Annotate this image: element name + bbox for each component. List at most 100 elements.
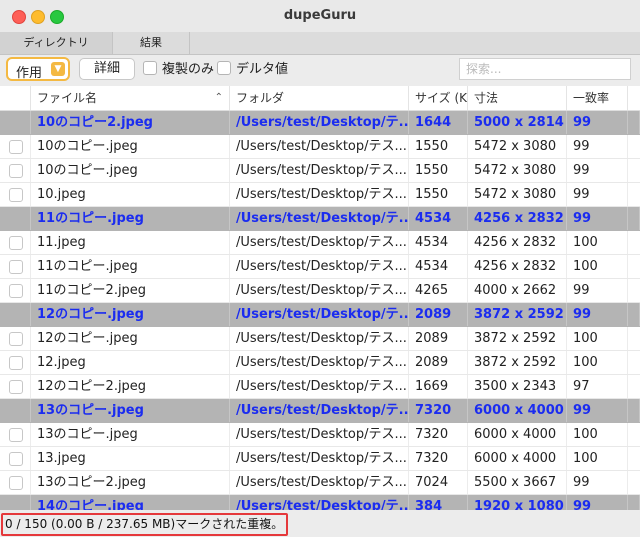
mark-checkbox[interactable] — [9, 476, 23, 490]
mark-cell — [0, 183, 31, 206]
reference-row[interactable]: 10のコピー2.jpeg/Users/test/Desktop/テ... 1644… — [0, 111, 640, 135]
size-cell: 1644 — [409, 111, 468, 134]
table-row[interactable]: 10.jpeg/Users/test/Desktop/テス... 1550 5472… — [0, 183, 640, 207]
header-filename[interactable]: ファイル名 ⌃ — [31, 86, 230, 110]
table-row[interactable]: 12のコピー.jpeg/Users/test/Desktop/テス... 2089… — [0, 327, 640, 351]
table-row[interactable]: 12.jpeg/Users/test/Desktop/テス... 2089 3872… — [0, 351, 640, 375]
mark-checkbox[interactable] — [9, 188, 23, 202]
tab-bar: ディレクトリ 結果 — [0, 32, 640, 55]
match-cell: 99 — [567, 279, 628, 302]
sort-ascending-icon: ⌃ — [214, 92, 223, 103]
table-row[interactable]: 11のコピー2.jpeg/Users/test/Desktop/テス... 426… — [0, 279, 640, 303]
mark-checkbox[interactable] — [9, 260, 23, 274]
delta-values-toggle[interactable]: デルタ値 — [217, 61, 288, 79]
reference-row[interactable]: 13のコピー.jpeg/Users/test/Desktop/テ... 7320 6… — [0, 399, 640, 423]
toolbar: 作用 ▼ 詳細 複製のみ デルタ値 — [0, 55, 640, 85]
filename-cell: 13のコピー2.jpeg — [31, 471, 230, 494]
table-row[interactable]: 10のコピー.jpeg/Users/test/Desktop/テス... 1550… — [0, 135, 640, 159]
folder-cell: /Users/test/Desktop/テス... — [230, 183, 409, 206]
extra-cell — [628, 231, 640, 254]
size-cell: 4534 — [409, 255, 468, 278]
table-row[interactable]: 13のコピー2.jpeg/Users/test/Desktop/テス... 702… — [0, 471, 640, 495]
match-cell: 99 — [567, 207, 628, 230]
header-dimensions[interactable]: 寸法 — [468, 86, 567, 110]
action-menu-button[interactable]: 作用 ▼ — [6, 57, 70, 81]
folder-cell: /Users/test/Desktop/テス... — [230, 471, 409, 494]
match-cell: 99 — [567, 135, 628, 158]
header-size[interactable]: サイズ (K — [409, 86, 468, 110]
folder-cell: /Users/test/Desktop/テ... — [230, 399, 409, 422]
tab-directories[interactable]: ディレクトリ — [0, 32, 113, 54]
tab-results[interactable]: 結果 — [113, 32, 190, 54]
header-match[interactable]: 一致率 — [567, 86, 628, 110]
table-row[interactable]: 11のコピー.jpeg/Users/test/Desktop/テス... 4534… — [0, 255, 640, 279]
table-header: ファイル名 ⌃ フォルダ サイズ (K 寸法 一致率 — [0, 86, 640, 111]
reference-row[interactable]: 11のコピー.jpeg/Users/test/Desktop/テ... 4534 4… — [0, 207, 640, 231]
mark-cell — [0, 471, 31, 494]
dimensions-cell: 1920 x 1080 — [468, 495, 567, 510]
filename-cell: 10のコピー.jpeg — [31, 135, 230, 158]
title-bar: dupeGuru — [0, 0, 640, 33]
match-cell: 100 — [567, 327, 628, 350]
size-cell: 2089 — [409, 327, 468, 350]
mark-checkbox[interactable] — [9, 452, 23, 466]
table-row[interactable]: 11.jpeg/Users/test/Desktop/テス... 4534 4256… — [0, 231, 640, 255]
table-row[interactable]: 13.jpeg/Users/test/Desktop/テス... 7320 6000… — [0, 447, 640, 471]
match-cell: 99 — [567, 399, 628, 422]
mark-cell — [0, 231, 31, 254]
dimensions-cell: 6000 x 4000 — [468, 399, 567, 422]
filename-cell: 11.jpeg — [31, 231, 230, 254]
size-cell: 7320 — [409, 399, 468, 422]
header-extra[interactable] — [628, 86, 640, 110]
extra-cell — [628, 135, 640, 158]
folder-cell: /Users/test/Desktop/テ... — [230, 207, 409, 230]
header-folder[interactable]: フォルダ — [230, 86, 409, 110]
match-cell: 100 — [567, 351, 628, 374]
extra-cell — [628, 495, 640, 510]
size-cell: 7320 — [409, 423, 468, 446]
extra-cell — [628, 111, 640, 134]
mark-cell — [0, 279, 31, 302]
table-row[interactable]: 10のコピー.jpeg/Users/test/Desktop/テス... 1550… — [0, 159, 640, 183]
mark-checkbox[interactable] — [9, 140, 23, 154]
folder-cell: /Users/test/Desktop/テス... — [230, 255, 409, 278]
size-cell: 2089 — [409, 303, 468, 326]
mark-checkbox[interactable] — [9, 236, 23, 250]
app-window: dupeGuru ディレクトリ 結果 作用 ▼ 詳細 複製のみ デルタ値 ファイ… — [0, 0, 640, 537]
window-title: dupeGuru — [283, 8, 357, 23]
folder-cell: /Users/test/Desktop/テス... — [230, 231, 409, 254]
table-row[interactable]: 13のコピー.jpeg/Users/test/Desktop/テス... 7320… — [0, 423, 640, 447]
dupes-only-checkbox[interactable] — [143, 61, 157, 75]
header-checkbox-column[interactable] — [0, 86, 31, 110]
dimensions-cell: 5500 x 3667 — [468, 471, 567, 494]
mark-checkbox[interactable] — [9, 356, 23, 370]
mark-cell — [0, 351, 31, 374]
status-bar: 0 / 150 (0.00 B / 237.65 MB)マークされた重複。 — [0, 510, 640, 537]
mark-cell — [0, 327, 31, 350]
reference-row[interactable]: 14のコピー.jpeg/Users/test/Desktop/テ... 384 19… — [0, 495, 640, 510]
delta-values-checkbox[interactable] — [217, 61, 231, 75]
match-cell: 100 — [567, 447, 628, 470]
search-input[interactable] — [459, 58, 631, 80]
mark-checkbox[interactable] — [9, 332, 23, 346]
filename-cell: 12のコピー.jpeg — [31, 327, 230, 350]
mark-checkbox[interactable] — [9, 164, 23, 178]
dupes-only-toggle[interactable]: 複製のみ — [143, 61, 214, 79]
table-row[interactable]: 12のコピー2.jpeg/Users/test/Desktop/テス... 166… — [0, 375, 640, 399]
details-button[interactable]: 詳細 — [79, 58, 135, 80]
folder-cell: /Users/test/Desktop/テス... — [230, 375, 409, 398]
table-body: 10のコピー2.jpeg/Users/test/Desktop/テ... 1644… — [0, 111, 640, 510]
match-cell: 100 — [567, 231, 628, 254]
mark-checkbox[interactable] — [9, 428, 23, 442]
extra-cell — [628, 447, 640, 470]
size-cell: 1550 — [409, 183, 468, 206]
extra-cell — [628, 327, 640, 350]
mark-checkbox[interactable] — [9, 380, 23, 394]
header-filename-label: ファイル名 — [37, 91, 98, 105]
dimensions-cell: 5472 x 3080 — [468, 183, 567, 206]
folder-cell: /Users/test/Desktop/テ... — [230, 495, 409, 510]
extra-cell — [628, 279, 640, 302]
mark-checkbox[interactable] — [9, 284, 23, 298]
dimensions-cell: 5472 x 3080 — [468, 159, 567, 182]
reference-row[interactable]: 12のコピー.jpeg/Users/test/Desktop/テ... 2089 3… — [0, 303, 640, 327]
